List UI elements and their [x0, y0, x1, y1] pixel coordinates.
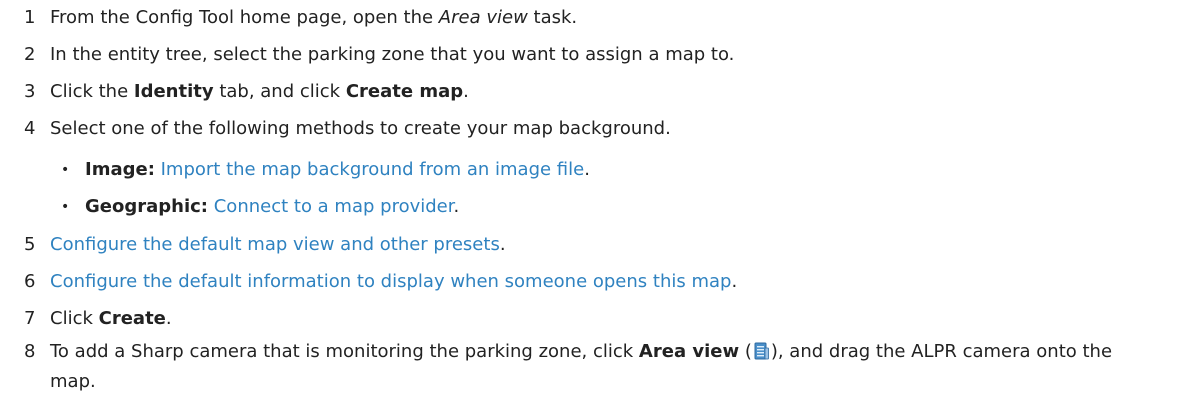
step-text-part: Click [50, 308, 99, 329]
step-text: Configure the default information to dis… [50, 267, 737, 297]
step-text: Click Create. [50, 304, 172, 334]
create-map-label: Create map [345, 81, 464, 102]
default-map-view-link[interactable]: Configure the default map view and other… [50, 234, 500, 255]
step-text: Click the Identity tab, and click Create… [50, 77, 469, 107]
import-image-link[interactable]: Import the map background from an image … [161, 159, 585, 180]
step-text: To add a Sharp camera that is monitoring… [50, 337, 1160, 397]
step-text-part: ( [739, 341, 752, 362]
step-text-part: task. [527, 7, 578, 28]
method-text: Geographic: Connect to a map provider. [85, 192, 459, 222]
method-label: Geographic: [85, 196, 208, 217]
bullet: • [61, 162, 70, 178]
step-number: 6 [24, 271, 36, 292]
step-number: 1 [24, 7, 36, 28]
step-number: 8 [24, 341, 36, 362]
step-text: In the entity tree, select the parking z… [50, 44, 735, 65]
default-info-link[interactable]: Configure the default information to dis… [50, 271, 731, 292]
step-text-part: . [453, 196, 460, 217]
create-label: Create [98, 308, 166, 329]
step-text: Select one of the following methods to c… [50, 118, 671, 139]
step-number: 5 [24, 234, 36, 255]
step-text-part: . [584, 159, 590, 180]
map-provider-link[interactable]: Connect to a map provider [214, 196, 454, 217]
step-text: Configure the default map view and other… [50, 230, 506, 260]
step-text-part: . [165, 308, 172, 329]
step-text-part: . [731, 271, 738, 292]
area-view-icon [753, 340, 770, 360]
method-label: Image: [85, 159, 155, 180]
method-text: Image: Import the map background from an… [85, 155, 590, 185]
step-number: 2 [24, 44, 36, 65]
identity-tab-label: Identity [133, 81, 214, 102]
step-number: 4 [24, 118, 36, 139]
step-text-part: From the Config Tool home page, open the [50, 7, 439, 28]
step-text-part: . [463, 81, 469, 102]
step-number: 7 [24, 308, 36, 329]
step-text-part: To add a Sharp camera that is monitoring… [50, 341, 639, 362]
bullet: • [61, 199, 70, 215]
task-name: Area view [438, 7, 528, 28]
step-text-part: Click the [50, 81, 134, 102]
step-number: 3 [24, 81, 36, 102]
area-view-label: Area view [638, 341, 740, 362]
step-text-part: . [499, 234, 506, 255]
step-text: From the Config Tool home page, open the… [50, 3, 577, 33]
step-text-part: tab, and click [213, 81, 346, 102]
